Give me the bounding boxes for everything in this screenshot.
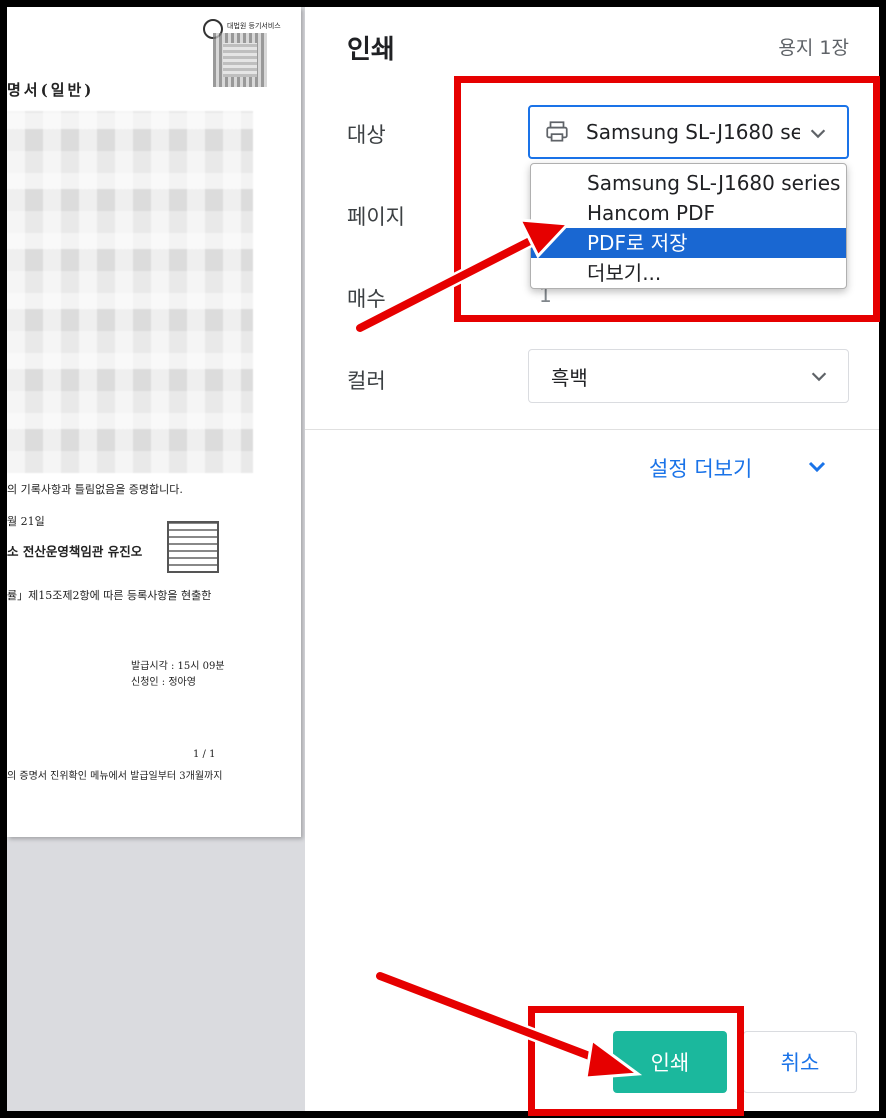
chevron-down-icon[interactable] xyxy=(805,455,829,479)
color-value: 흑백 xyxy=(551,365,588,390)
logo-text: 대법원 등기서비스 xyxy=(227,22,281,30)
destination-label: 대상 xyxy=(347,123,386,147)
print-button[interactable]: 인쇄 xyxy=(613,1031,727,1093)
destination-option-hancom-pdf[interactable]: Hancom PDF xyxy=(531,198,846,228)
destination-option-samsung[interactable]: Samsung SL-J1680 series xyxy=(531,168,846,198)
issue-time: 발급시각 : 15시 09분 xyxy=(131,661,225,672)
color-select[interactable]: 흑백 xyxy=(528,349,849,403)
page-number: 1 / 1 xyxy=(193,749,216,760)
destination-option-save-pdf[interactable]: PDF로 저장 xyxy=(531,228,846,258)
color-label: 컬러 xyxy=(347,369,386,393)
destination-option-more[interactable]: 더보기... xyxy=(531,258,846,288)
official-seal xyxy=(167,521,219,573)
law-line: 률」제15조제2항에 따른 등록사항을 현출한 xyxy=(7,589,212,602)
document-title: 명서(일반) xyxy=(7,81,95,99)
official-line: 소 전산운영책임관 유진오 xyxy=(7,544,143,559)
certify-line: 의 기록사항과 틀림없음을 증명합니다. xyxy=(7,483,183,496)
copies-label: 매수 xyxy=(347,287,386,311)
chevron-down-icon xyxy=(811,372,827,382)
applicant: 신청인 : 정아영 xyxy=(131,677,196,688)
printer-icon xyxy=(546,121,568,142)
destination-select[interactable]: Samsung SL-J1680 se xyxy=(528,105,849,159)
pages-label: 페이지 xyxy=(347,205,405,229)
sheet-count: 용지 1장 xyxy=(778,37,849,59)
print-preview-pane: 대법원 등기서비스 명서(일반) 의 기록사항과 틀림없음을 증명합니다. 월 … xyxy=(7,7,305,1111)
date-line: 월 21일 xyxy=(7,515,45,528)
chevron-down-icon xyxy=(810,129,826,139)
qr-code xyxy=(213,33,267,87)
footer-line: 의 증명서 진위확인 메뉴에서 발급일부터 3개월까지 xyxy=(7,771,223,782)
divider xyxy=(305,429,879,430)
destination-value: Samsung SL-J1680 se xyxy=(586,120,800,144)
print-settings-panel: 인쇄 용지 1장 대상 Samsung SL-J1680 se 페이지 매수 1… xyxy=(305,7,879,1111)
destination-dropdown: Samsung SL-J1680 series Hancom PDF PDF로 … xyxy=(530,163,847,289)
preview-page: 대법원 등기서비스 명서(일반) 의 기록사항과 틀림없음을 증명합니다. 월 … xyxy=(7,7,301,837)
redacted-content xyxy=(7,111,253,473)
more-settings-link[interactable]: 설정 더보기 xyxy=(649,453,752,483)
cancel-button[interactable]: 취소 xyxy=(743,1031,857,1093)
print-dialog: 대법원 등기서비스 명서(일반) 의 기록사항과 틀림없음을 증명합니다. 월 … xyxy=(7,7,879,1111)
panel-title: 인쇄 xyxy=(347,35,395,65)
